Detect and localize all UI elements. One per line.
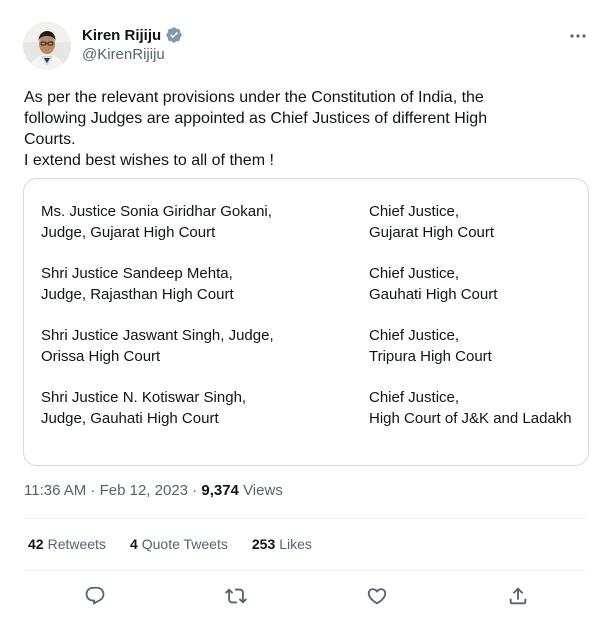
meta-separator: · (86, 482, 100, 499)
post-line: Gauhati High Court (369, 286, 498, 303)
judge-name: Shri Justice Jaswant Singh, Judge, Oriss… (41, 325, 274, 367)
post-line: Chief Justice, (369, 389, 460, 406)
post-line: Chief Justice, (369, 327, 460, 344)
appointment-row: Shri Justice Jaswant Singh, Judge, Oriss… (24, 325, 590, 369)
judge-line: Shri Justice Jaswant Singh, Judge, (41, 327, 274, 344)
post-line: Chief Justice, (369, 265, 460, 282)
post-line: High Court of J&K and Ladakh (369, 410, 572, 427)
post-line: Tripura High Court (369, 348, 492, 365)
judge-line: Judge, Gauhati High Court (41, 410, 219, 427)
reply-icon[interactable] (83, 584, 107, 608)
appointments-image-card[interactable]: Ms. Justice Sonia Giridhar Gokani, Judge… (23, 178, 589, 466)
like-icon[interactable] (365, 584, 389, 608)
tweet-text-line: Courts. (24, 131, 76, 148)
judge-name: Ms. Justice Sonia Giridhar Gokani, Judge… (41, 201, 272, 243)
retweet-icon[interactable] (224, 584, 248, 608)
judge-line: Ms. Justice Sonia Giridhar Gokani, (41, 203, 272, 220)
tweet-meta: 11:36 AM · Feb 12, 2023 · 9,374 Views (24, 482, 283, 499)
tweet-header: Kiren Rijiju @KirenRijiju (0, 0, 606, 80)
judge-line: Shri Justice Sandeep Mehta, (41, 265, 233, 282)
meta-separator: · (188, 482, 202, 499)
tweet-text-line: following Judges are appointed as Chief … (24, 110, 488, 127)
divider (24, 570, 586, 571)
appointment-row: Shri Justice Sandeep Mehta, Judge, Rajas… (24, 263, 590, 307)
appointed-post: Chief Justice, Gujarat High Court (369, 201, 494, 243)
author-display-name[interactable]: Kiren Rijiju (82, 27, 161, 44)
appointed-post: Chief Justice, Gauhati High Court (369, 263, 497, 305)
share-icon[interactable] (506, 584, 530, 608)
author-name-row[interactable]: Kiren Rijiju (82, 24, 183, 46)
avatar-image (23, 22, 71, 70)
likes-count: 253 (251, 536, 276, 552)
divider (24, 518, 586, 519)
appointment-row: Ms. Justice Sonia Giridhar Gokani, Judge… (24, 201, 590, 245)
avatar[interactable] (23, 22, 71, 70)
quote-tweets-stat[interactable]: 4 Quote Tweets (130, 536, 228, 552)
likes-label: Likes (279, 536, 312, 552)
appointed-post: Chief Justice, High Court of J&K and Lad… (369, 387, 572, 429)
appointed-post: Chief Justice, Tripura High Court (369, 325, 492, 367)
post-line: Gujarat High Court (369, 224, 495, 241)
quote-tweets-label: Quote Tweets (141, 536, 228, 552)
retweets-stat[interactable]: 42 Retweets (28, 536, 106, 552)
judge-name: Shri Justice Sandeep Mehta, Judge, Rajas… (41, 263, 234, 305)
judge-line: Judge, Rajasthan High Court (41, 286, 234, 303)
judge-name: Shri Justice N. Kotiswar Singh, Judge, G… (41, 387, 246, 429)
likes-stat[interactable]: 253 Likes (252, 536, 312, 552)
judge-line: Judge, Gujarat High Court (41, 224, 216, 241)
views-count: 9,374 (201, 482, 239, 499)
views-label: Views (243, 482, 283, 499)
tweet-text: As per the relevant provisions under the… (24, 87, 584, 171)
tweet-stats: 42 Retweets 4 Quote Tweets 253 Likes (28, 536, 336, 552)
quote-tweets-count: 4 (129, 536, 138, 552)
post-line: Chief Justice, (369, 203, 460, 220)
tweet-text-line: As per the relevant provisions under the… (24, 89, 484, 106)
tweet-text-line: I extend best wishes to all of them ! (24, 152, 274, 169)
more-icon[interactable] (566, 26, 590, 46)
tweet-actions (0, 580, 606, 612)
appointment-row: Shri Justice N. Kotiswar Singh, Judge, G… (24, 387, 590, 431)
retweets-label: Retweets (47, 536, 106, 552)
judge-line: Shri Justice N. Kotiswar Singh, (41, 389, 247, 406)
retweets-count: 42 (28, 536, 44, 552)
tweet-date[interactable]: Feb 12, 2023 (100, 482, 188, 499)
verified-badge-icon[interactable] (165, 26, 183, 44)
judge-line: Orissa High Court (41, 348, 161, 365)
author-handle[interactable]: @KirenRijiju (82, 46, 165, 63)
tweet-time[interactable]: 11:36 AM (24, 482, 86, 499)
